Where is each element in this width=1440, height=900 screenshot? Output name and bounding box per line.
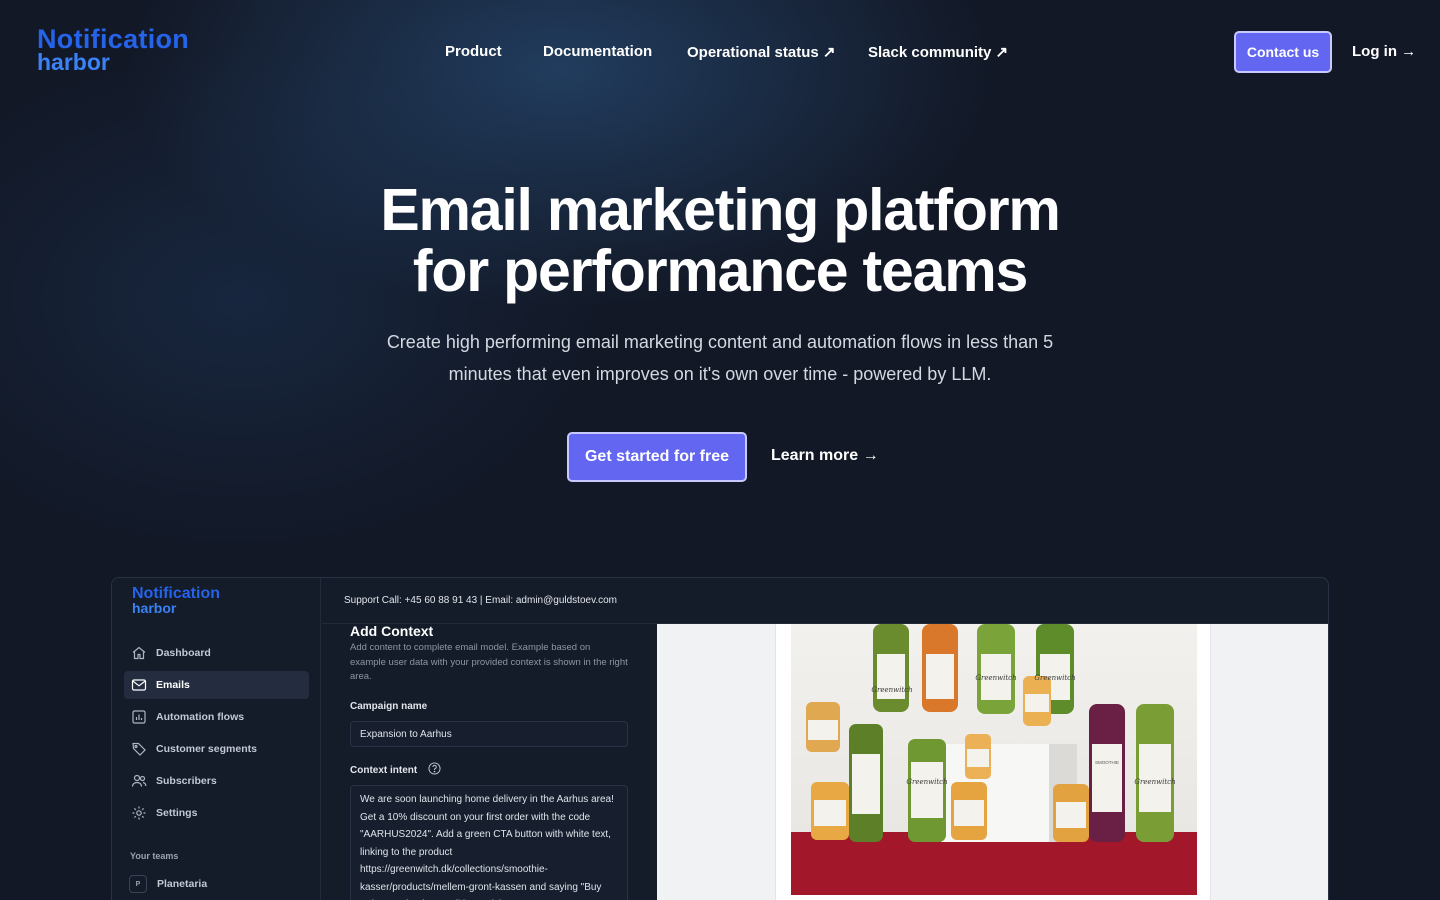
nav-link-product[interactable]: Product bbox=[445, 43, 502, 60]
learn-more-link[interactable]: Learn more → bbox=[771, 447, 879, 465]
app-brand-logo[interactable]: Notification harbor bbox=[132, 585, 220, 616]
email-preview-card: Greenwitch Greenwitch Greenwitch Greenwi… bbox=[775, 624, 1211, 900]
sidebar-item-subscribers[interactable]: Subscribers bbox=[124, 767, 309, 795]
sidebar-item-label: Settings bbox=[156, 807, 198, 819]
chart-icon bbox=[132, 710, 146, 724]
form-description: Add content to complete email model. Exa… bbox=[350, 642, 628, 682]
bottle-label-3: Greenwitch bbox=[1034, 674, 1075, 682]
app-brand-line1: Notification bbox=[132, 585, 220, 602]
hero-cta-row: Get started for free Learn more → bbox=[0, 432, 1440, 482]
team-initial-badge: P bbox=[129, 875, 147, 893]
hero-title-line2: for performance teams bbox=[412, 238, 1028, 304]
users-icon bbox=[131, 774, 147, 787]
bottle-label-5: Greenwitch bbox=[1134, 778, 1175, 786]
hero-title-line1: Email marketing platform bbox=[380, 177, 1061, 243]
get-started-button[interactable]: Get started for free bbox=[567, 432, 747, 482]
sidebar-item-label: Subscribers bbox=[156, 775, 217, 787]
bottle-label-1: Greenwitch bbox=[871, 686, 912, 694]
mail-icon bbox=[131, 679, 147, 691]
context-intent-label: Context intent bbox=[350, 765, 418, 776]
sidebar-item-emails[interactable]: Emails bbox=[124, 671, 309, 699]
campaign-name-input[interactable]: Expansion to Aarhus bbox=[350, 721, 628, 747]
sidebar-item-dashboard[interactable]: Dashboard bbox=[124, 639, 309, 667]
sidebar-item-settings[interactable]: Settings bbox=[124, 799, 309, 827]
contact-us-button[interactable]: Contact us bbox=[1234, 31, 1332, 73]
your-teams-label: Your teams bbox=[130, 851, 179, 861]
email-preview-area: Greenwitch Greenwitch Greenwitch Greenwi… bbox=[657, 624, 1328, 900]
log-in-link[interactable]: Log in → bbox=[1352, 43, 1416, 60]
smoothie-bottles-illustration: Greenwitch Greenwitch Greenwitch Greenwi… bbox=[791, 624, 1197, 895]
sidebar-item-label: Automation flows bbox=[156, 711, 245, 723]
app-preview: Notification harbor Dashboard Emails Aut… bbox=[111, 577, 1329, 900]
campaign-name-label: Campaign name bbox=[350, 701, 428, 712]
app-sidebar: Notification harbor Dashboard Emails Aut… bbox=[112, 578, 321, 900]
add-context-form: Add Context Add content to complete emai… bbox=[322, 623, 657, 900]
sidebar-item-label: Customer segments bbox=[156, 743, 257, 755]
hero-section: Email marketing platform for performance… bbox=[0, 180, 1440, 390]
nav-link-operational-status[interactable]: Operational status ↗ bbox=[687, 43, 835, 61]
bottle-label-2: Greenwitch bbox=[975, 674, 1016, 682]
bottle-label-6: SMOOTHIE bbox=[1095, 760, 1119, 765]
gear-icon bbox=[132, 806, 146, 820]
home-icon bbox=[132, 646, 146, 660]
hero-subtitle: Create high performing email marketing c… bbox=[386, 332, 1054, 384]
hero-title: Email marketing platform for performance… bbox=[0, 180, 1440, 302]
team-name: Planetaria bbox=[157, 878, 208, 890]
support-contact-text: Support Call: +45 60 88 91 43 | Email: a… bbox=[344, 595, 617, 606]
form-heading: Add Context bbox=[350, 623, 434, 639]
top-navigation: Notification harbor Product Documentatio… bbox=[0, 0, 1440, 104]
brand-logo[interactable]: Notification harbor bbox=[37, 24, 190, 76]
nav-link-documentation[interactable]: Documentation bbox=[543, 43, 652, 60]
sidebar-item-label: Dashboard bbox=[156, 647, 211, 659]
sidebar-item-label: Emails bbox=[156, 679, 190, 691]
tag-icon bbox=[132, 742, 146, 756]
team-item-planetaria[interactable]: P Planetaria bbox=[129, 875, 207, 893]
bottle-label-4: Greenwitch bbox=[906, 778, 947, 786]
app-brand-line2: harbor bbox=[132, 599, 177, 616]
brand-logo-line2: harbor bbox=[37, 49, 110, 76]
nav-link-slack-community[interactable]: Slack community ↗ bbox=[868, 43, 1008, 61]
context-intent-textarea[interactable]: We are soon launching home delivery in t… bbox=[350, 785, 628, 900]
help-circle-icon[interactable] bbox=[428, 762, 441, 775]
product-photo: Greenwitch Greenwitch Greenwitch Greenwi… bbox=[791, 624, 1197, 895]
sidebar-item-automation-flows[interactable]: Automation flows bbox=[124, 703, 309, 731]
sidebar-item-customer-segments[interactable]: Customer segments bbox=[124, 735, 309, 763]
brand-logo-line1: Notification bbox=[37, 24, 190, 54]
app-topbar: Support Call: +45 60 88 91 43 | Email: a… bbox=[322, 578, 1328, 624]
